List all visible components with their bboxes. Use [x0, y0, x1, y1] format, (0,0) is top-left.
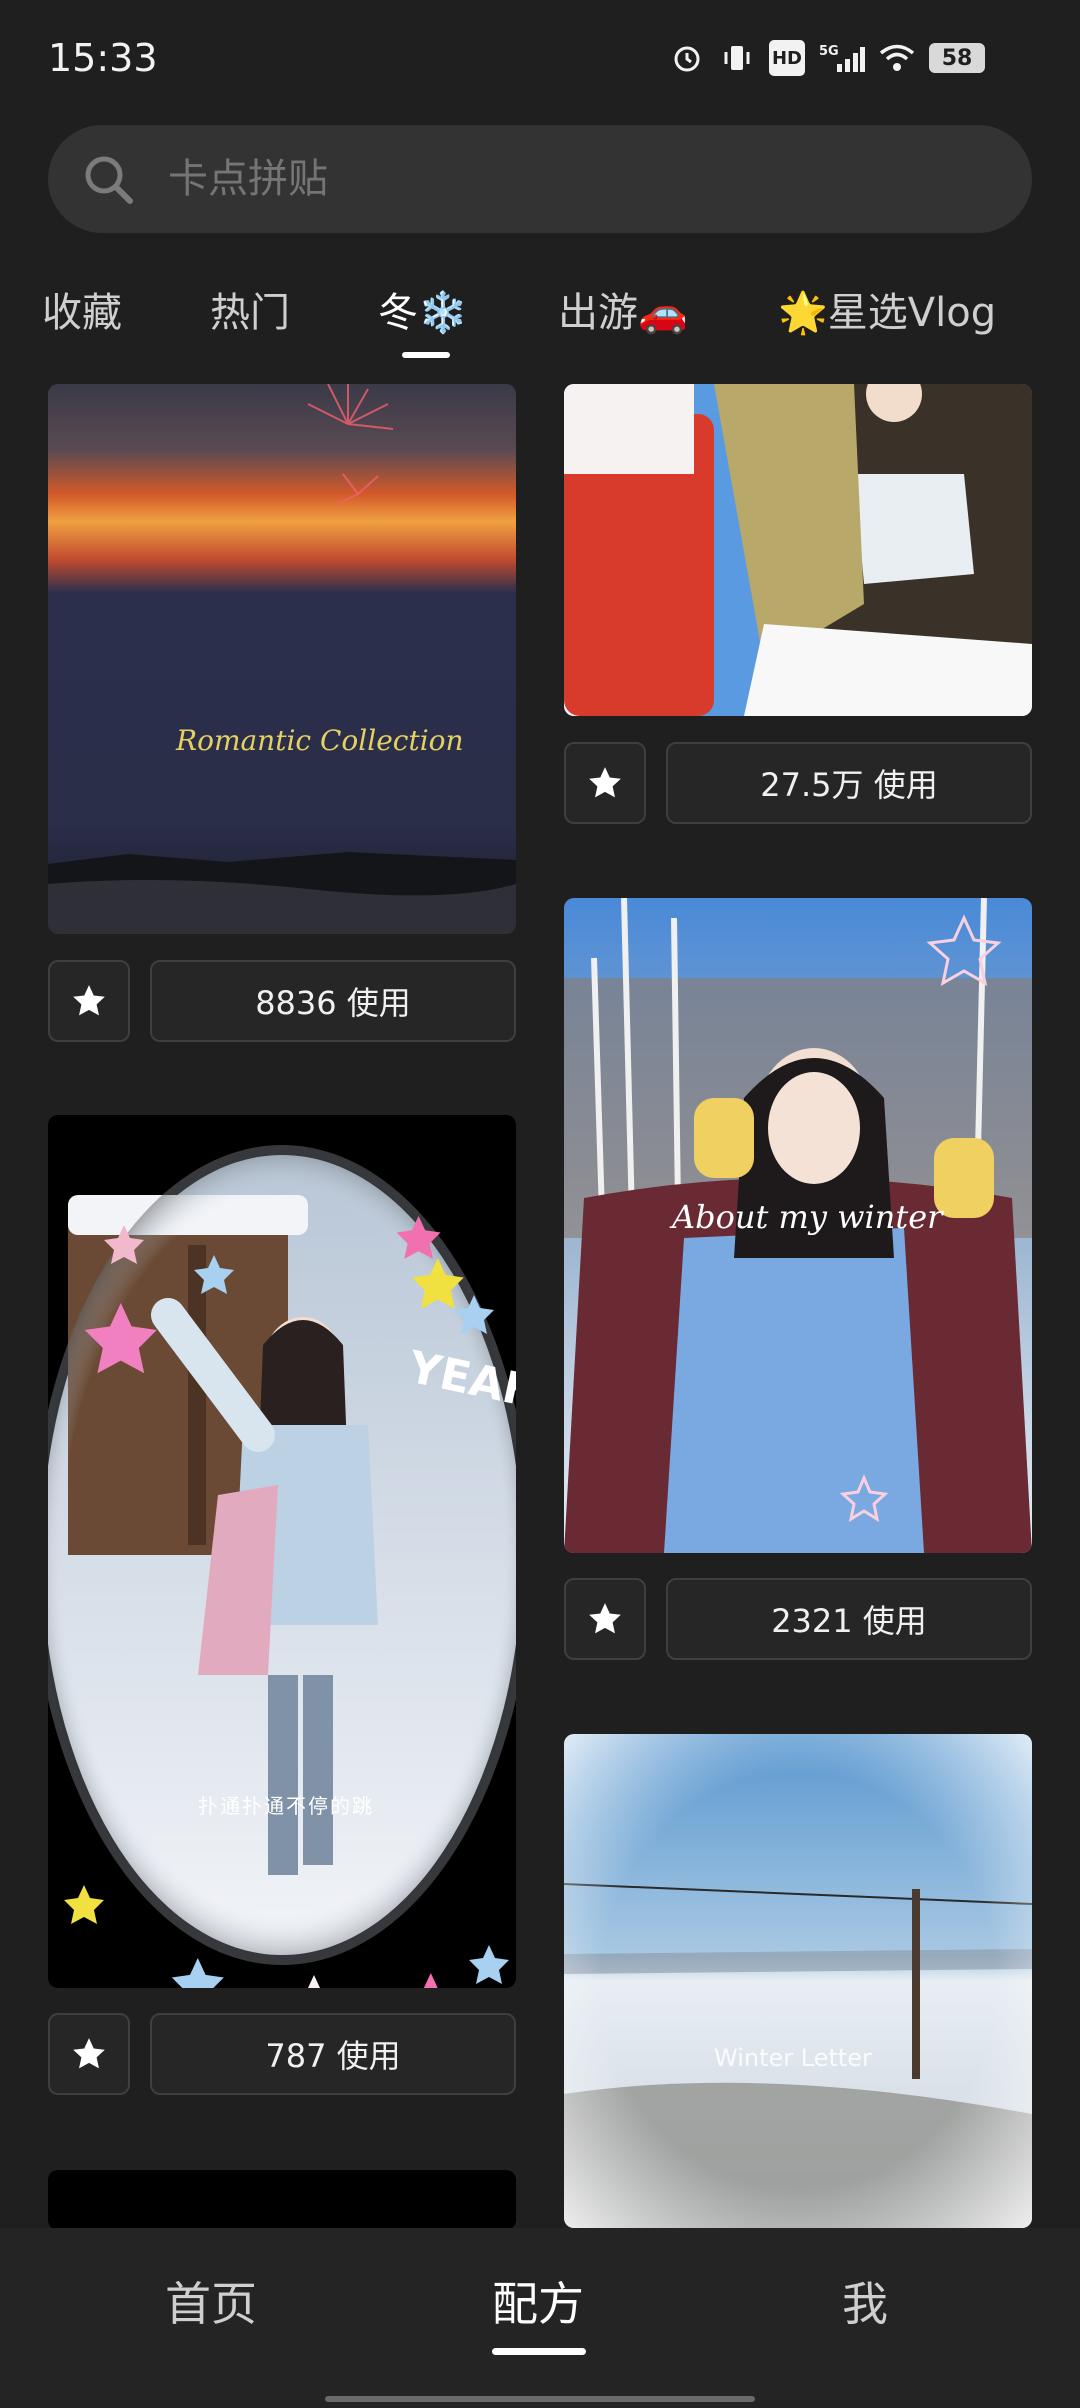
template-thumbnail[interactable]: About my winter [564, 898, 1032, 1553]
favorite-button[interactable] [48, 2013, 130, 2095]
hd-icon: HD [769, 40, 805, 76]
use-template-button[interactable]: 8836 使用 [150, 960, 516, 1042]
sweater-girl-image [564, 384, 1032, 716]
star-icon [589, 1603, 621, 1634]
nav-active-indicator [492, 2348, 586, 2355]
status-time: 15:33 [48, 36, 158, 80]
search-input[interactable] [166, 155, 970, 203]
tab-travel[interactable]: 出游🚗 [558, 280, 688, 338]
search-icon [80, 151, 136, 207]
search-bar[interactable] [48, 125, 1032, 233]
use-template-button[interactable]: 2321 使用 [666, 1578, 1032, 1660]
vibrate-icon [719, 40, 755, 76]
tab-winter[interactable]: 冬❄️ [378, 280, 468, 338]
bottom-navigation: 首页 配方 我 [0, 2228, 1080, 2408]
template-thumbnail[interactable]: YEAH 扑通扑通不停的跳 [48, 1115, 516, 1988]
star-icon [73, 2038, 105, 2069]
nav-recipes[interactable]: 配方 [492, 2268, 584, 2334]
category-tabs: 收藏 热门 冬❄️ 出游🚗 🌟星选Vlog [0, 280, 1080, 380]
overlay-title: About my winter [672, 1198, 943, 1236]
favorite-button[interactable] [564, 1578, 646, 1660]
tab-active-indicator [402, 352, 450, 358]
star-icon [589, 767, 621, 798]
template-thumbnail[interactable]: Winter Letter [564, 1734, 1032, 2228]
nav-me[interactable]: 我 [842, 2268, 888, 2334]
nav-home[interactable]: 首页 [165, 2268, 257, 2334]
overlay-title: Romantic Collection [176, 724, 464, 757]
svg-text:5G: 5G [819, 44, 839, 59]
favorite-button[interactable] [564, 742, 646, 824]
template-thumbnail[interactable]: Romantic Collection [48, 384, 516, 934]
template-thumbnail[interactable] [48, 2170, 516, 2230]
template-thumbnail[interactable] [564, 384, 1032, 716]
alarm-icon [669, 40, 705, 76]
sunset-fireworks-image [48, 384, 516, 934]
signal-icon: 5G [819, 40, 865, 76]
use-template-button[interactable]: 787 使用 [150, 2013, 516, 2095]
home-gesture-bar[interactable] [325, 2396, 755, 2402]
tab-star-vlog[interactable]: 🌟星选Vlog [778, 280, 996, 338]
tab-popular[interactable]: 热门 [210, 280, 290, 338]
wifi-icon [879, 40, 915, 76]
snowy-field-image [564, 1734, 1032, 2228]
overlay-subtitle: 扑通扑通不停的跳 [198, 1794, 374, 1818]
overlay-title: Winter Letter [714, 2044, 872, 2072]
star-icon [73, 985, 105, 1016]
tab-favorites[interactable]: 收藏 [42, 280, 122, 338]
battery-icon: 58 [929, 43, 985, 73]
status-icons: HD 5G 58 [669, 40, 985, 76]
snow-girl-image [48, 1115, 516, 1988]
use-template-button[interactable]: 27.5万 使用 [666, 742, 1032, 824]
favorite-button[interactable] [48, 960, 130, 1042]
